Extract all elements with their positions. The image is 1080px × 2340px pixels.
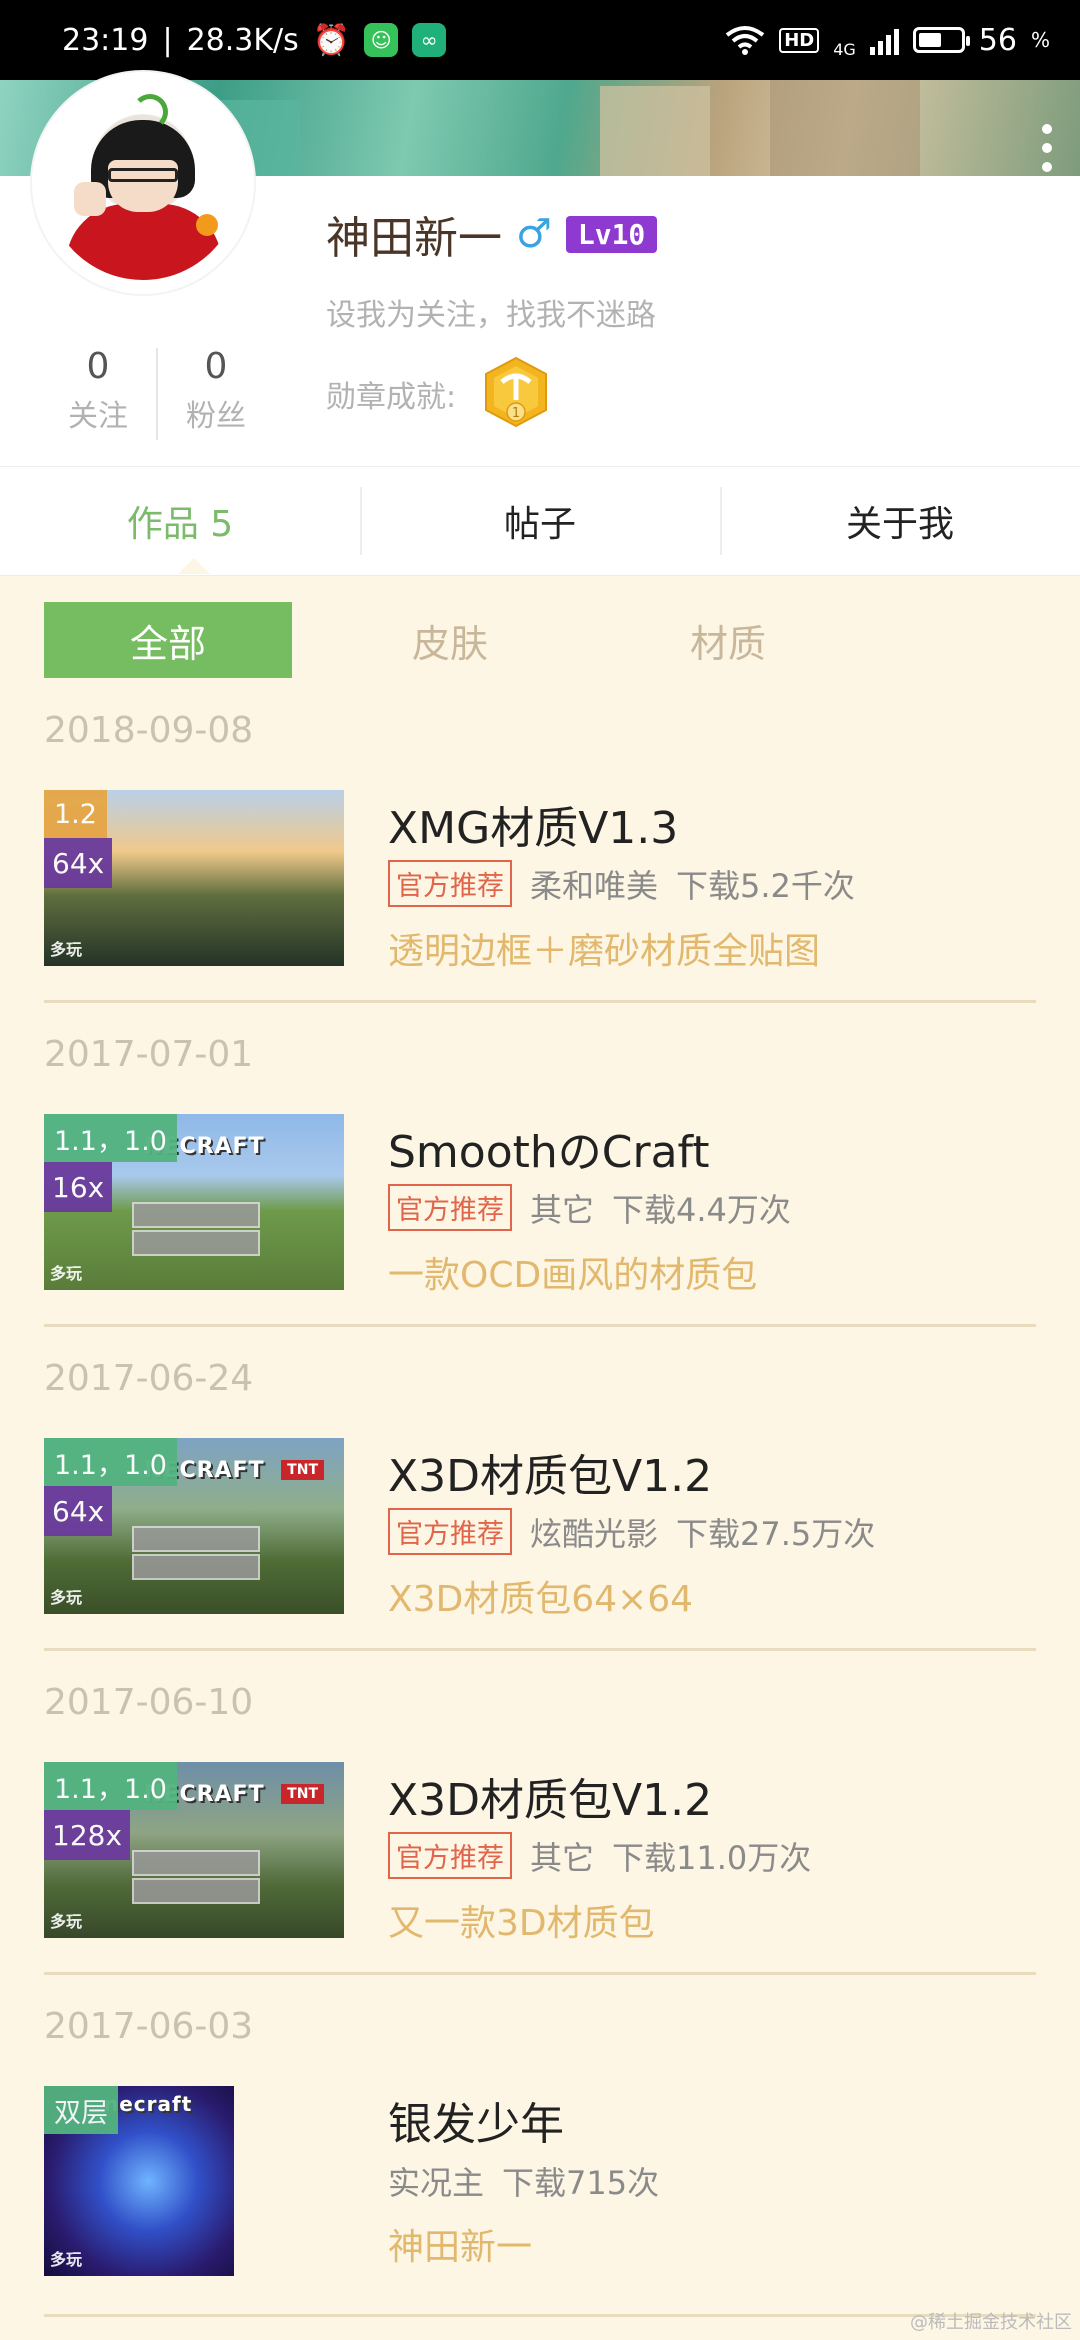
list-item[interactable]: 2017-07-01 NECRAFT 多玩 1.1，1.0 16x Smooth…: [0, 1024, 1080, 1348]
following-stat[interactable]: 0 关注: [40, 346, 156, 440]
medal-number: 1: [512, 406, 520, 421]
version-tag: 1.1，1.0: [44, 1438, 177, 1486]
battery-unit: %: [1030, 28, 1050, 52]
official-recommend-badge: 官方推荐: [388, 860, 512, 907]
work-meta: 官方推荐 炫酷光影 下载27.5万次: [388, 1508, 875, 1555]
work-description: 一款OCD画风的材质包: [388, 1255, 758, 1296]
work-title: SmoothのCraft: [388, 1127, 710, 1178]
avatar[interactable]: [32, 72, 254, 294]
follow-stats: 0 关注 0 粉丝: [40, 346, 274, 440]
list-item[interactable]: 2017-06-24 NECRAFT TNT 多玩 1.1，1.0 64x X3…: [0, 1348, 1080, 1672]
fans-count: 0: [204, 346, 228, 387]
user-signature: 设我为关注，找我不迷路: [326, 298, 656, 333]
category-filter: 全部 皮肤 材质: [44, 602, 882, 678]
work-description: 透明边框＋磨砂材质全贴图: [388, 931, 821, 972]
work-title: XMG材质V1.3: [388, 803, 679, 854]
work-author: 神田新一: [388, 2227, 533, 2268]
following-count: 0: [86, 346, 110, 387]
pickaxe-medal-icon[interactable]: 1: [484, 356, 548, 428]
divider: [44, 1648, 1036, 1651]
active-tab-indicator: [178, 558, 210, 574]
app-notification-icon-2: ∞: [412, 23, 447, 57]
divider: [44, 2314, 1036, 2317]
work-description: 又一款3D材质包: [388, 1903, 655, 1944]
male-gender-icon: ♂: [516, 211, 552, 257]
list-item[interactable]: 2018-09-08 多玩 1.2 64x XMG材质V1.3 官方推荐 柔和唯…: [0, 700, 1080, 1024]
work-category: 炫酷光影: [530, 1514, 659, 1553]
work-downloads: 下载27.5万次: [676, 1514, 876, 1553]
work-category: 柔和唯美: [530, 866, 659, 905]
version-tag: 1.1，1.0: [44, 1114, 177, 1162]
version-tag: 1.1，1.0: [44, 1762, 177, 1810]
wifi-icon: [725, 26, 765, 55]
official-recommend-badge: 官方推荐: [388, 1508, 512, 1555]
work-downloads: 下载4.4万次: [612, 1190, 791, 1229]
resolution-tag: 128x: [44, 1810, 131, 1860]
work-category: 实况主: [388, 2164, 485, 2202]
version-tag: 1.2: [44, 790, 107, 838]
work-date: 2017-06-03: [44, 2006, 254, 2047]
resolution-tag: 64x: [44, 838, 113, 888]
divider: [44, 1324, 1036, 1327]
work-description: X3D材质包64×64: [388, 1579, 694, 1620]
medal-label: 勋章成就:: [326, 380, 457, 415]
filter-all[interactable]: 全部: [44, 602, 292, 678]
thumbnail-tnt: TNT: [281, 1460, 324, 1480]
watermark: @稀土掘金技术社区: [910, 2312, 1072, 2333]
work-category: 其它: [530, 1838, 595, 1877]
divider: [44, 1000, 1036, 1003]
network-speed: 28.3K/s: [186, 22, 299, 58]
fans-label: 粉丝: [186, 399, 246, 434]
resolution-tag: 64x: [44, 1486, 113, 1536]
list-item[interactable]: 2017-06-10 NECRAFT TNT 多玩 1.1，1.0 128x X…: [0, 1672, 1080, 1996]
work-downloads: 下载715次: [502, 2164, 660, 2202]
following-label: 关注: [68, 399, 128, 434]
thumbnail-tnt: TNT: [281, 1784, 324, 1804]
list-item[interactable]: 2017-06-03 necraft 多玩 双层 银发少年 实况主 下载715次…: [0, 1996, 1080, 2320]
work-meta: 官方推荐 其它 下载11.0万次: [388, 1832, 811, 1879]
work-date: 2017-07-01: [44, 1034, 254, 1075]
hd-icon: HD: [779, 27, 820, 53]
tab-about-me[interactable]: 关于我: [720, 467, 1080, 575]
fans-stat[interactable]: 0 粉丝: [158, 346, 274, 440]
clock: 23:19: [62, 22, 149, 58]
filter-skins[interactable]: 皮肤: [326, 602, 574, 678]
tab-posts[interactable]: 帖子: [360, 467, 720, 575]
skin-layer-tag: 双层: [44, 2086, 118, 2134]
work-meta: 实况主 下载715次: [388, 2158, 659, 2204]
level-badge: Lv10: [565, 215, 658, 253]
username: 神田新一: [326, 213, 502, 264]
profile-tabs: 作品 5 帖子 关于我: [0, 466, 1080, 576]
work-date: 2017-06-24: [44, 1358, 254, 1399]
work-date: 2017-06-10: [44, 1682, 254, 1723]
filter-textures[interactable]: 材质: [604, 602, 852, 678]
work-category: 其它: [530, 1190, 595, 1229]
works-list: 2018-09-08 多玩 1.2 64x XMG材质V1.3 官方推荐 柔和唯…: [0, 700, 1080, 2320]
divider: [44, 1972, 1036, 1975]
work-title: X3D材质包V1.2: [388, 1775, 713, 1826]
work-title: 银发少年: [388, 2099, 564, 2150]
profile-name-row: 神田新一 ♂ Lv10: [326, 202, 658, 266]
work-title: X3D材质包V1.2: [388, 1451, 713, 1502]
app-notification-icon: ☺: [364, 23, 399, 57]
official-recommend-badge: 官方推荐: [388, 1184, 512, 1231]
work-meta: 官方推荐 柔和唯美 下载5.2千次: [388, 860, 855, 907]
official-recommend-badge: 官方推荐: [388, 1832, 512, 1879]
battery-percent: 56: [978, 22, 1017, 58]
work-downloads: 下载5.2千次: [676, 866, 855, 905]
work-downloads: 下载11.0万次: [612, 1838, 812, 1877]
battery-icon: [912, 27, 970, 53]
network-type: 4G: [833, 39, 856, 59]
work-date: 2018-09-08: [44, 710, 254, 751]
work-meta: 官方推荐 其它 下载4.4万次: [388, 1184, 791, 1231]
signal-icon: [869, 25, 899, 55]
alarm-icon: ⏰: [312, 22, 351, 58]
status-bar: 23:19 | 28.3K/s ⏰ ☺ ∞ HD 4G 56%: [0, 0, 1080, 80]
resolution-tag: 16x: [44, 1162, 113, 1212]
more-options-icon[interactable]: [1042, 124, 1052, 172]
